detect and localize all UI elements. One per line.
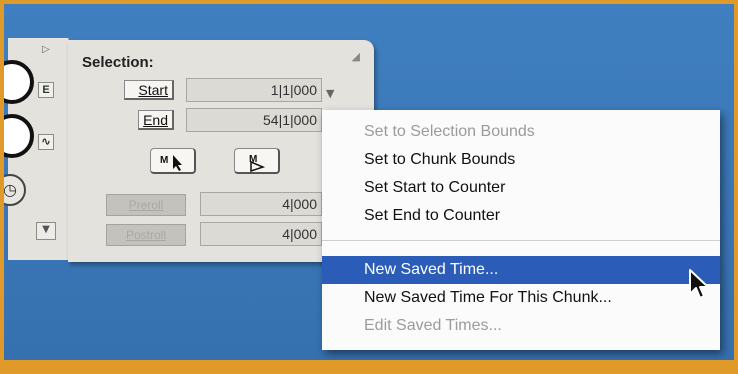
end-value-field[interactable]: 54|1|000 — [186, 108, 322, 132]
mouse-cursor-icon — [689, 269, 709, 299]
marker-play-button[interactable]: M — [234, 148, 280, 174]
preroll-value-field[interactable]: 4|000 — [200, 192, 322, 216]
screenshot-frame: ▷ E ∿ ◷ ▼ Selection: ◢ Start 1|1|000 End… — [0, 0, 738, 374]
menu-item-set-to-selection-bounds[interactable]: Set to Selection Bounds — [322, 118, 720, 146]
marker-select-button[interactable]: M — [150, 148, 196, 174]
menu-separator — [322, 240, 720, 241]
menu-item-set-end-to-counter[interactable]: Set End to Counter — [322, 202, 720, 230]
svg-text:M: M — [160, 155, 168, 166]
transport-strip: ▷ E ∿ ◷ ▼ — [4, 38, 69, 260]
start-value-field[interactable]: 1|1|000 — [186, 78, 322, 102]
menu-item-new-saved-time-for-chunk[interactable]: New Saved Time For This Chunk... — [322, 284, 720, 312]
preroll-button[interactable]: Preroll — [106, 194, 186, 216]
window-corner-triangle-icon[interactable]: ◢ — [352, 50, 360, 63]
record-button[interactable] — [4, 60, 34, 104]
marker-play-icon: M — [249, 154, 266, 172]
postroll-value-field[interactable]: 4|000 — [200, 222, 322, 246]
context-menu: Set to Selection Bounds Set to Chunk Bou… — [322, 110, 720, 350]
menu-item-new-saved-time[interactable]: New Saved Time... — [322, 256, 720, 284]
expand-triangle-icon[interactable]: ▷ — [42, 44, 50, 55]
marker-arrow-icon: M — [160, 155, 182, 171]
play-button[interactable] — [4, 114, 34, 158]
clock-icon[interactable]: ◷ — [4, 174, 26, 206]
selection-menu-arrow-icon[interactable]: ▼ — [326, 87, 334, 100]
postroll-button[interactable]: Postroll — [106, 224, 186, 246]
dropdown-arrow-icon[interactable]: ▼ — [36, 222, 56, 240]
menu-item-set-to-chunk-bounds[interactable]: Set to Chunk Bounds — [322, 146, 720, 174]
menu-item-edit-saved-times[interactable]: Edit Saved Times... — [322, 312, 720, 340]
menu-item-set-start-to-counter[interactable]: Set Start to Counter — [322, 174, 720, 202]
end-button[interactable]: End — [138, 110, 174, 130]
wave-toggle-button[interactable]: ∿ — [38, 134, 54, 150]
edit-toggle-button[interactable]: E — [38, 82, 54, 98]
start-button[interactable]: Start — [124, 80, 174, 100]
bottom-border — [4, 360, 734, 370]
selection-title: Selection: — [82, 54, 154, 71]
